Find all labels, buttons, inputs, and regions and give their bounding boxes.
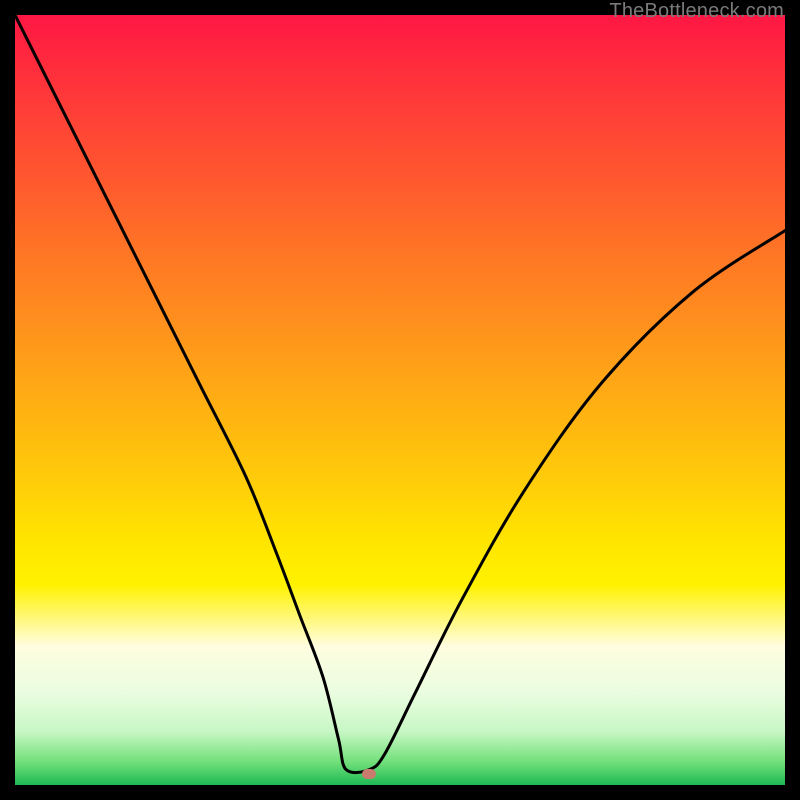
bottleneck-curve xyxy=(15,15,785,785)
optimal-point-marker xyxy=(362,769,376,779)
watermark-text: TheBottleneck.com xyxy=(609,0,784,23)
curve-path xyxy=(15,15,785,773)
